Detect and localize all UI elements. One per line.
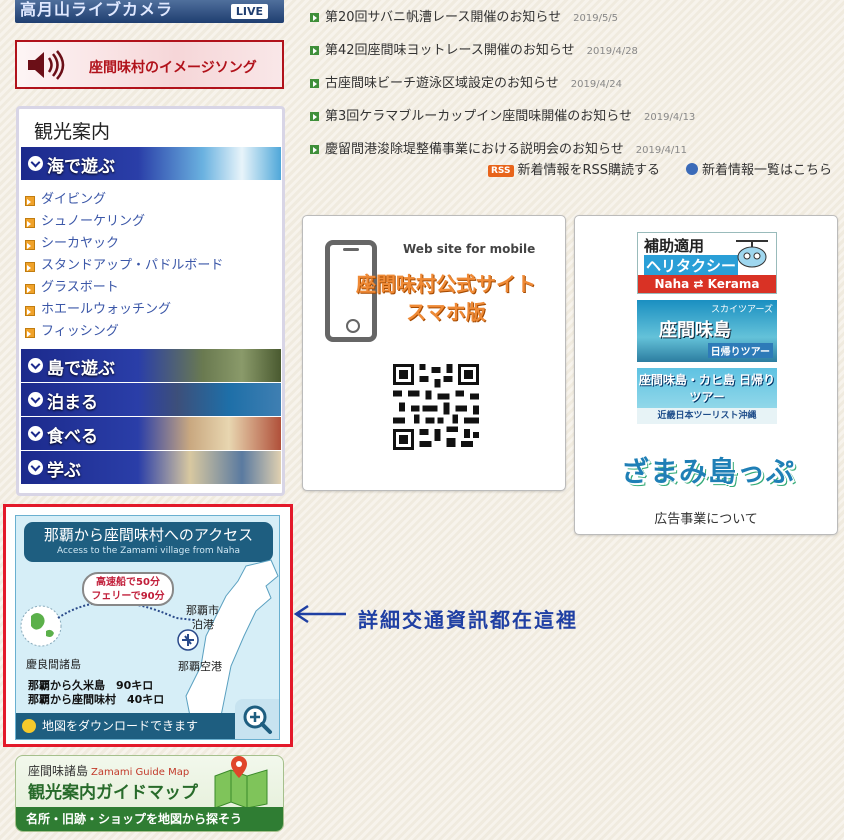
arrow-left-icon [293, 604, 346, 624]
chevron-down-icon [28, 426, 43, 441]
sightseeing-panel: 観光案内 海で遊ぶ ダイビング シュノーケリング シーカヤック スタンドアップ・… [16, 106, 285, 496]
list-item[interactable]: シーカヤック [25, 233, 275, 255]
chevron-down-icon [28, 392, 43, 407]
ferry-time-balloon: 高速船で50分 フェリーで90分 [82, 572, 174, 606]
list-item[interactable]: グラスボート [25, 277, 275, 299]
speaker-icon [28, 50, 65, 80]
news-item[interactable]: 第3回ケラマブルーカップイン座間味開催のお知らせ 2019/4/13 [310, 105, 840, 138]
access-map-highlight: 那覇から座間味村へのアクセス Access to the Zamami vill… [3, 504, 293, 747]
mobile-label: Web site for mobile [403, 242, 536, 256]
category-sea-label: 海で遊ぶ [47, 157, 115, 177]
list-item[interactable]: ダイビング [25, 189, 275, 211]
category-eat-label: 食べる [47, 427, 98, 447]
rss-subscribe-link[interactable]: RSS 新着情報をRSS購読する [488, 159, 660, 178]
label-tomari-port: 泊港 [192, 618, 214, 631]
sightseeing-title: 観光案内 [34, 121, 111, 143]
magnifier-icon [243, 705, 272, 734]
mobile-site-box[interactable]: Web site for mobile 座間味村公式サイト スマホ版 [302, 215, 566, 491]
map-download-label: 地図をダウンロードできます [42, 719, 199, 733]
category-eat[interactable]: 食べる [21, 417, 281, 450]
ads-box: 補助適用 ヘリタクシー Naha ⇄ Kerama スカイツアーズ 座間味島 日… [574, 215, 838, 535]
chevron-down-icon [28, 358, 43, 373]
qr-code [393, 364, 479, 450]
category-island-label: 島で遊ぶ [47, 359, 115, 379]
annotation-text: 詳細交通資訊都在這裡 [358, 608, 578, 632]
list-item[interactable]: シュノーケリング [25, 211, 275, 233]
image-song-banner[interactable]: 座間味村のイメージソング [15, 40, 284, 89]
chevron-down-icon [28, 156, 43, 171]
guide-map-tagline: 名所・旧跡・ショップを地図から探そう [16, 807, 283, 831]
arrow-circle-icon [686, 163, 698, 175]
guide-map-title: 観光案内ガイドマップ [28, 783, 198, 803]
access-map[interactable]: 那覇から座間味村へのアクセス Access to the Zamami vill… [15, 515, 280, 740]
download-icon [22, 719, 36, 733]
news-list: 第20回サバニ帆漕レース開催のお知らせ 2019/5/5 第42回座間味ヨットレー… [310, 6, 840, 171]
news-item[interactable]: 第42回座間味ヨットレース開催のお知らせ 2019/4/28 [310, 39, 840, 72]
zamami-day-tour-ad[interactable]: スカイツアーズ 座間味島 日帰りツアー [637, 300, 777, 362]
label-kerama-islands: 慶良間諸島 [26, 658, 81, 671]
category-island[interactable]: 島で遊ぶ [21, 349, 281, 382]
heli-taxi-ad[interactable]: 補助適用 ヘリタクシー Naha ⇄ Kerama [637, 232, 777, 294]
category-learn[interactable]: 学ぶ [21, 451, 281, 484]
list-item[interactable]: スタンドアップ・パドルボード [25, 255, 275, 277]
label-naha-airport: 那覇空港 [178, 660, 222, 673]
rss-icon: RSS [488, 165, 514, 177]
category-stay[interactable]: 泊まる [21, 383, 281, 416]
chevron-down-icon [28, 460, 43, 475]
guide-map-line1: 座間味諸島 Zamami Guide Map [28, 764, 190, 778]
mobile-title: 座間味村公式サイト スマホ版 [356, 272, 536, 324]
all-news-link[interactable]: 新着情報一覧はこちら [686, 159, 832, 178]
distance-info: 那覇から久米島 90キロ 那覇から座間味村 40キロ [28, 679, 165, 706]
image-song-label: 座間味村のイメージソング [89, 60, 257, 76]
zamami-kahi-tour-ad[interactable]: 座間味島・カヒ島 日帰りツアー 近畿日本ツーリスト沖縄 [637, 368, 777, 424]
list-item[interactable]: フィッシング [25, 321, 275, 343]
zamami-shop-logo-ad[interactable]: ざまみ島っぷ [601, 444, 815, 500]
list-item[interactable]: ホエールウォッチング [25, 299, 275, 321]
advertising-info-link[interactable]: 広告事業について [575, 508, 837, 527]
live-camera-title: 高月山ライブカメラ [20, 0, 174, 19]
sea-activity-list: ダイビング シュノーケリング シーカヤック スタンドアップ・パドルボード グラス… [25, 189, 275, 343]
live-badge: LIVE [230, 4, 268, 19]
live-camera-banner[interactable]: 高月山ライブカメラ LIVE [15, 0, 284, 23]
zoom-button[interactable] [235, 699, 279, 739]
news-item[interactable]: 第20回サバニ帆漕レース開催のお知らせ 2019/5/5 [310, 6, 840, 39]
category-sea[interactable]: 海で遊ぶ [21, 147, 281, 180]
news-item[interactable]: 古座間味ビーチ遊泳区域設定のお知らせ 2019/4/24 [310, 72, 840, 105]
folded-map-icon [214, 756, 268, 808]
category-learn-label: 学ぶ [47, 461, 81, 481]
category-stay-label: 泊まる [47, 393, 98, 413]
guide-map-banner[interactable]: 座間味諸島 Zamami Guide Map 観光案内ガイドマップ 名所・旧跡・シ… [15, 755, 284, 832]
helicopter-icon [736, 240, 768, 268]
